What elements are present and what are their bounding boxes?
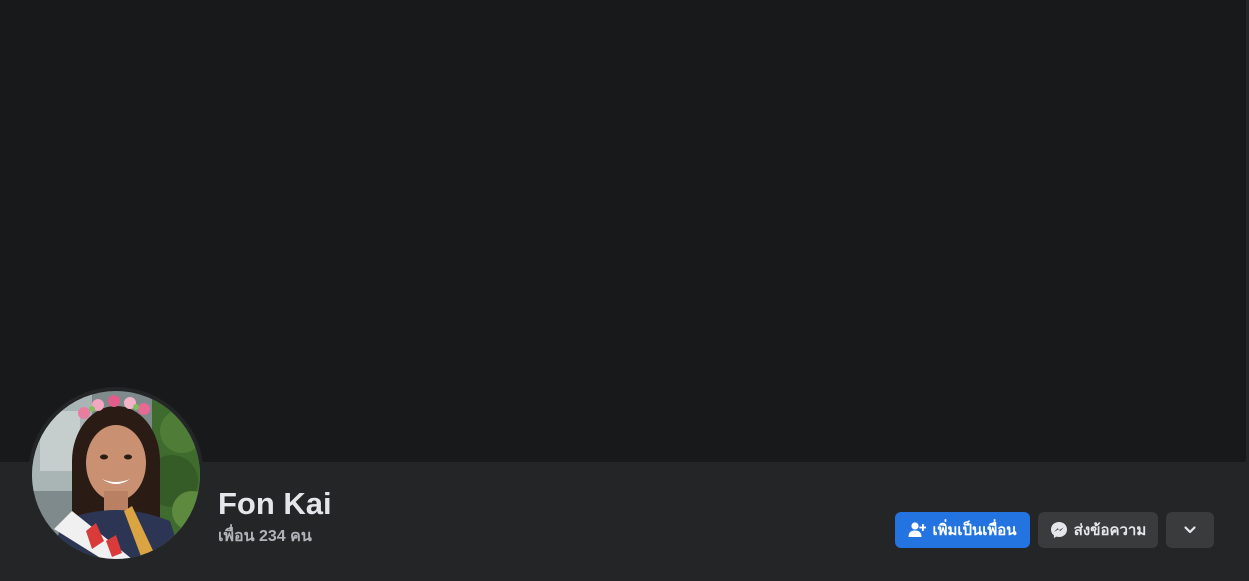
profile-page: Fon Kai เพื่อน 234 คน เพิ่มเป็นเพื่อน ส่…	[0, 0, 1249, 581]
friends-count[interactable]: เพื่อน 234 คน	[218, 527, 312, 547]
chevron-down-icon	[1181, 521, 1199, 539]
person-add-icon	[908, 521, 927, 539]
cover-photo-area	[0, 0, 1246, 462]
profile-photo-image	[32, 391, 200, 559]
profile-avatar[interactable]	[32, 391, 200, 559]
add-friend-button[interactable]: เพิ่มเป็นเพื่อน	[895, 512, 1030, 548]
send-message-button[interactable]: ส่งข้อความ	[1038, 512, 1158, 548]
profile-name[interactable]: Fon Kai	[218, 486, 332, 522]
send-message-label: ส่งข้อความ	[1073, 522, 1147, 539]
messenger-icon	[1050, 521, 1068, 539]
more-options-button[interactable]	[1166, 512, 1214, 548]
add-friend-label: เพิ่มเป็นเพื่อน	[932, 522, 1017, 539]
